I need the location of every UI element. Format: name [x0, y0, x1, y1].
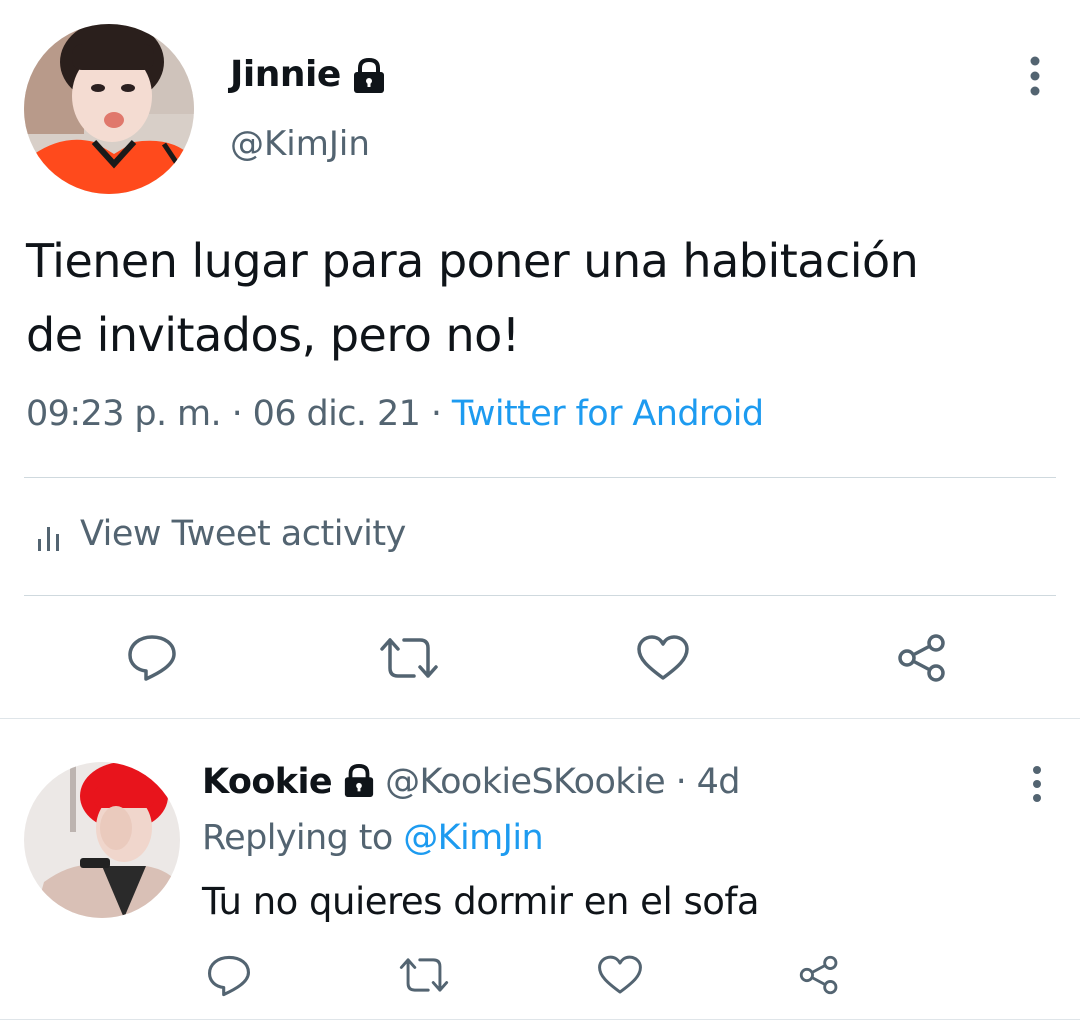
lock-icon — [343, 763, 375, 803]
tweet-text: Tienen lugar para poner una habitación d… — [26, 224, 1056, 372]
reply-text: Tu no quieres dormir en el sofa — [202, 880, 760, 923]
retweet-icon[interactable] — [378, 636, 440, 684]
meta-separator: · — [231, 394, 243, 434]
reply-avatar[interactable] — [24, 762, 180, 918]
bar-chart-icon — [36, 522, 62, 562]
heart-icon[interactable] — [636, 634, 690, 686]
reply-age[interactable]: 4d — [697, 762, 741, 802]
reply-icon[interactable] — [126, 633, 178, 687]
divider — [24, 477, 1056, 478]
tweet-meta: 09:23 p. m. · 06 dic. 21 · Twitter for A… — [26, 394, 764, 434]
share-icon[interactable] — [896, 633, 948, 687]
more-vertical-icon[interactable] — [1018, 56, 1052, 102]
display-name[interactable]: Jinnie — [230, 54, 341, 95]
tweet-source[interactable]: Twitter for Android — [452, 394, 764, 434]
replying-to: Replying to @KimJin — [202, 818, 544, 858]
tweet-text-line-1: Tienen lugar para poner una habitación — [26, 234, 919, 288]
replying-to-mention[interactable]: @KimJin — [403, 818, 543, 858]
reply-separator: · — [675, 762, 687, 802]
heart-icon[interactable] — [597, 954, 643, 1000]
reply-icon[interactable] — [206, 953, 252, 1003]
reply-handle[interactable]: @KookieSKookie — [385, 762, 666, 802]
reply-display-name[interactable]: Kookie — [202, 762, 333, 802]
more-vertical-icon[interactable] — [1022, 766, 1052, 806]
tweet-time[interactable]: 09:23 p. m. — [26, 394, 222, 434]
handle[interactable]: @KimJin — [230, 124, 370, 164]
tweet-text-line-2: de invitados, pero no! — [26, 308, 520, 362]
retweet-icon[interactable] — [398, 956, 450, 998]
lock-icon — [352, 57, 386, 98]
replying-to-prefix: Replying to — [202, 818, 393, 858]
meta-separator: · — [430, 394, 442, 434]
divider — [0, 1019, 1080, 1020]
view-tweet-activity-label: View Tweet activity — [80, 514, 406, 554]
avatar[interactable] — [24, 24, 194, 194]
reply-header: Kookie @KookieSKookie · 4d — [202, 762, 741, 803]
tweet-date[interactable]: 06 dic. 21 — [253, 394, 421, 434]
share-icon[interactable] — [798, 954, 840, 1000]
divider — [0, 718, 1080, 719]
divider — [24, 595, 1056, 596]
